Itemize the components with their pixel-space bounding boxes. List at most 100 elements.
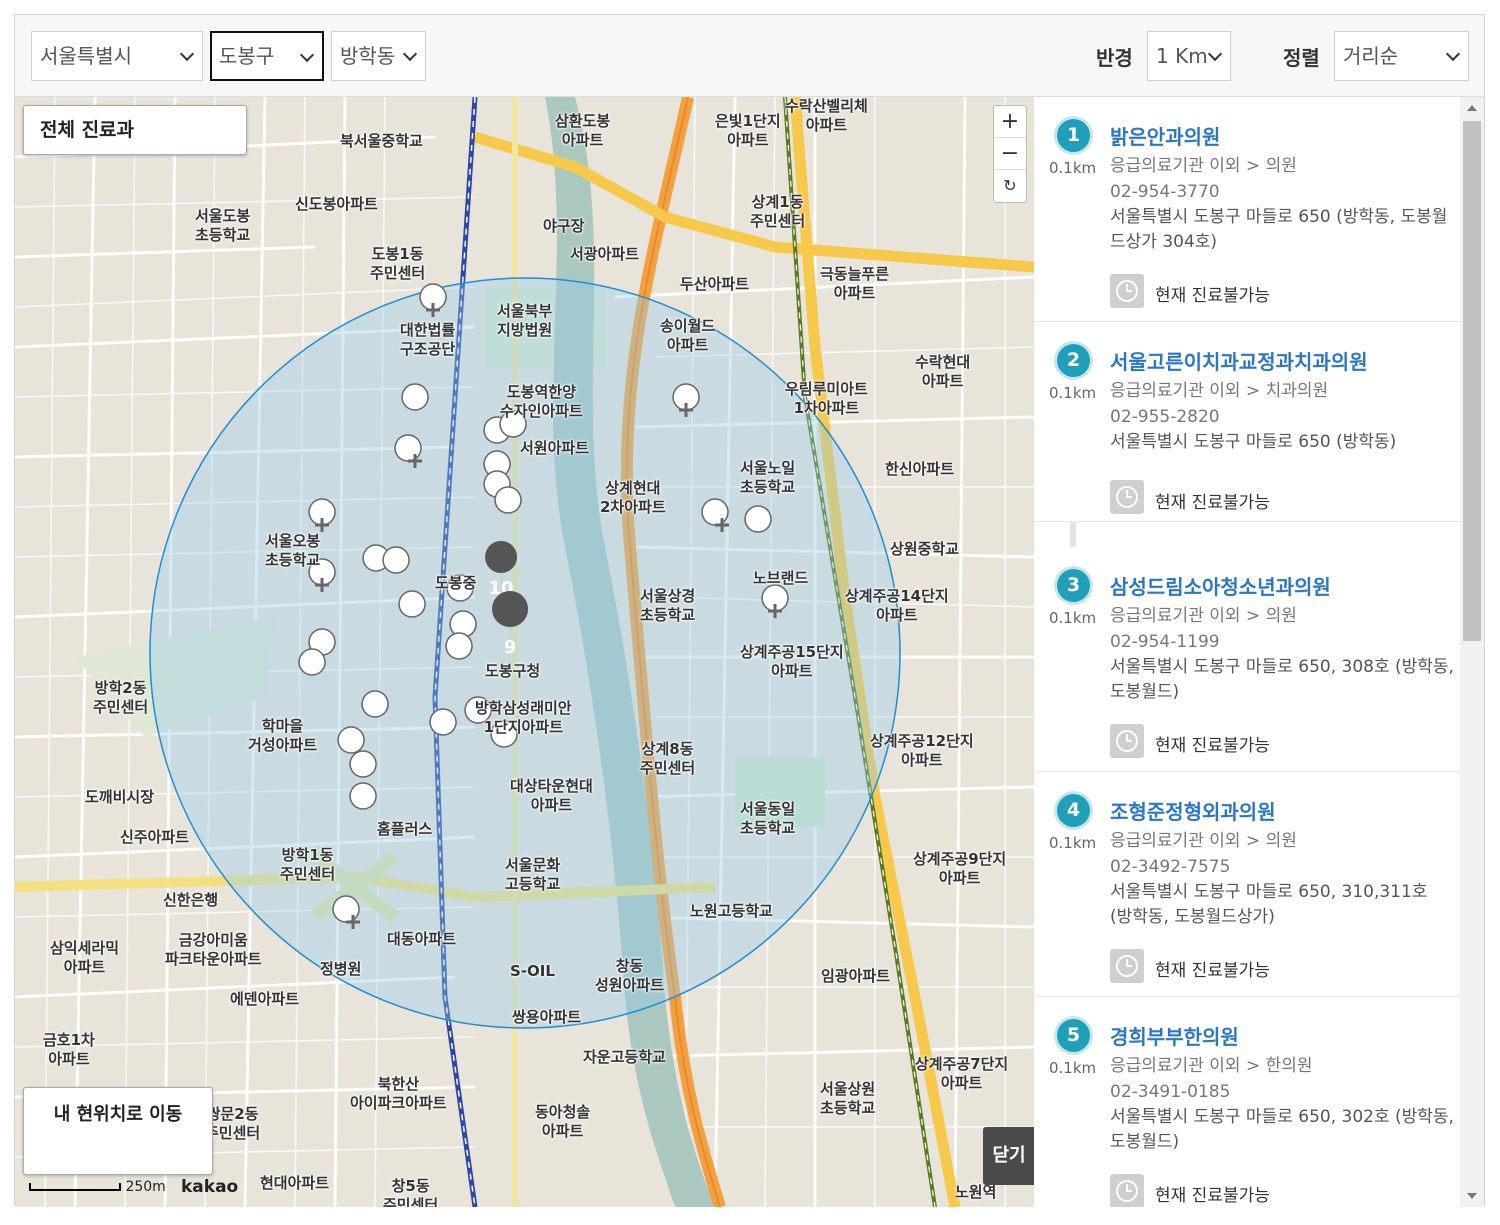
- rank-badge: 1: [1057, 119, 1090, 152]
- place-label: 상원중학교: [890, 540, 960, 558]
- sort-label: 정렬: [1283, 46, 1320, 70]
- place-label: 학마을 거성아파트: [248, 717, 318, 754]
- hospital-category: 응급의료기관 이외 > 의원: [1110, 606, 1297, 626]
- place-label: 홈플러스: [377, 820, 433, 838]
- map-scale: 250m: [29, 1179, 166, 1195]
- city-select[interactable]: 서울특별시: [31, 31, 203, 81]
- clock-icon: [1110, 1174, 1144, 1207]
- hospital-list[interactable]: 1 0.1km 밝은안과의원응급의료기관 이외 > 의원 02-954-3770 서울특…: [1034, 97, 1460, 1207]
- place-label: 금강아미움 파크타운아파트: [165, 931, 262, 968]
- distance-label: 0.1km: [1049, 609, 1097, 627]
- place-label: 상계현대 2차아파트: [600, 479, 666, 516]
- place-label: 신주아파트: [120, 828, 190, 846]
- list-scrollbar[interactable]: [1460, 97, 1484, 1207]
- reset-map-button[interactable]: ↻: [994, 170, 1026, 202]
- hospital-phone: 02-3491-0185: [1110, 1082, 1231, 1102]
- rank-badge: 5: [1057, 1019, 1090, 1052]
- hospital-name-link[interactable]: 경희부부한의원: [1110, 1021, 1239, 1050]
- hospital-name-link[interactable]: 밝은안과의원: [1110, 121, 1220, 150]
- chevron-down-icon: [1207, 46, 1223, 62]
- radius-select[interactable]: 1 Km: [1147, 31, 1231, 81]
- hospital-name-link[interactable]: 조형준정형외과의원: [1110, 796, 1276, 825]
- hospital-phone: 02-954-1199: [1110, 632, 1220, 652]
- scroll-up-arrow-icon[interactable]: [1467, 105, 1477, 111]
- zoom-out-button[interactable]: −: [994, 138, 1026, 170]
- place-label: 수락산벨리체 아파트: [785, 97, 868, 134]
- neighborhood-select[interactable]: 방학동: [331, 31, 426, 81]
- place-label: 서울문화 고등학교: [505, 856, 561, 893]
- place-label: 도봉역한양 수자인아파트: [500, 383, 583, 420]
- place-label: 임광아파트: [821, 967, 891, 985]
- place-label: 상계주공14단지 아파트: [845, 587, 949, 624]
- rank-badge: 3: [1057, 569, 1090, 602]
- chevron-down-icon: [402, 46, 418, 62]
- place-label: 서울도봉 초등학교: [195, 207, 251, 244]
- department-filter-button[interactable]: 전체 진료과: [23, 105, 247, 155]
- place-label: 한신아파트: [885, 460, 955, 478]
- hospital-search-app: 서울특별시 도봉구 방학동 반경 1 Km 정렬 거리순 10 9 북서울중학교…: [14, 14, 1485, 1207]
- map-provider-logo: kakao: [181, 1177, 239, 1197]
- chevron-down-icon: [179, 46, 195, 62]
- place-label: 서울상경 초등학교: [640, 587, 696, 624]
- clock-icon: [1110, 480, 1144, 514]
- zoom-in-button[interactable]: +: [994, 106, 1026, 138]
- hospital-name-link[interactable]: 서울고른이치과교정과치과의원: [1110, 346, 1368, 375]
- place-label: 도봉1동 주민센터: [370, 245, 426, 282]
- availability-status: 현재 진료불가능: [1155, 493, 1270, 513]
- hospital-name-link[interactable]: 삼성드림소아청소년과의원: [1110, 571, 1331, 600]
- hospital-card[interactable]: 1 0.1km 밝은안과의원 응급의료기관 이외 > 의원 02-954-3770 서울특…: [1034, 97, 1460, 322]
- hospital-address: 서울특별시 도봉구 마들로 650 (방학동, 도봉월드상가 304호): [1110, 207, 1448, 252]
- hospital-category: 응급의료기관 이외 > 의원: [1110, 831, 1297, 851]
- neighborhood-select-value: 방학동: [340, 44, 396, 68]
- hospital-address: 서울특별시 도봉구 마들로 650 (방학동): [1110, 432, 1397, 452]
- scroll-down-arrow-icon[interactable]: [1467, 1193, 1477, 1199]
- availability-status: 현재 진료불가능: [1155, 961, 1270, 981]
- hospital-card[interactable]: 3 0.1km 삼성드림소아청소년과의원응급의료기관 이외 > 의원 02-954-1…: [1034, 547, 1460, 772]
- place-label: 두산아파트: [680, 275, 750, 293]
- place-label: 대상타운현대 아파트: [510, 777, 593, 814]
- hospital-category: 응급의료기관 이외 > 치과의원: [1110, 381, 1329, 401]
- place-label: 북서울중학교: [340, 132, 423, 150]
- radius-select-value: 1 Km: [1156, 44, 1208, 68]
- place-label: 은빛1단지 아파트: [715, 112, 781, 149]
- city-select-value: 서울특별시: [40, 44, 132, 68]
- hospital-address: 서울특별시 도봉구 마들로 650, 310,311호 (방학동, 도봉월드상가…: [1110, 882, 1428, 927]
- hospital-address: 서울특별시 도봉구 마들로 650, 308호 (방학동, 도봉월드): [1110, 657, 1454, 702]
- close-button[interactable]: 닫기: [983, 1127, 1034, 1185]
- hospital-card[interactable]: 4 0.1km 조형준정형외과의원 응급의료기관 이외 > 의원 02-3492-757…: [1034, 772, 1460, 997]
- place-label: 도깨비시장: [85, 788, 155, 806]
- district-select[interactable]: 도봉구: [210, 31, 324, 81]
- hospital-card[interactable]: 2 0.1km 서울고른이치과교정과치과의원 응급의료기관 이외 > 치과의원 02-9…: [1034, 322, 1460, 522]
- place-label: 우림루미아트 1차아파트: [785, 380, 868, 417]
- place-label: 정병원: [320, 960, 362, 978]
- sort-select[interactable]: 거리순: [1334, 31, 1469, 81]
- scale-bar: [29, 1183, 121, 1191]
- clock-icon: [1110, 274, 1144, 308]
- place-label: 상계주공9단지 아파트: [913, 850, 1007, 887]
- place-label: 신도봉아파트: [295, 195, 378, 213]
- availability-status: 현재 진료불가능: [1155, 1186, 1270, 1206]
- hospital-card[interactable]: 5 0.1km 경희부부한의원 응급의료기관 이외 > 한의원 02-3491-0185…: [1034, 997, 1460, 1207]
- place-label: 수락현대 아파트: [915, 353, 971, 390]
- hospital-address: 서울특별시 도봉구 마들로 650, 302호 (방학동, 도봉월드): [1110, 1107, 1454, 1152]
- place-label: 에덴아파트: [230, 990, 300, 1008]
- place-label: 송이월드 아파트: [660, 317, 716, 354]
- map-view[interactable]: 10 9 북서울중학교 삼환도봉 아파트 은빛1단지 아파트 수락산벨리체 아파트 신도…: [15, 97, 1034, 1207]
- place-label: 야구장: [543, 217, 585, 235]
- hospital-phone: 02-954-3770: [1110, 182, 1220, 202]
- place-label: 상계주공12단지 아파트: [870, 732, 974, 769]
- place-label: 자운고등학교: [583, 1048, 666, 1066]
- place-label: 방학1동 주민센터: [280, 846, 336, 883]
- place-label: 금호1차 아파트: [43, 1031, 95, 1068]
- place-label: 도봉구청: [485, 662, 541, 680]
- place-label: 대한법률 구조공단: [400, 321, 456, 358]
- place-label: 삼환도봉 아파트: [555, 112, 611, 149]
- place-label: 쌍용아파트: [512, 1008, 582, 1026]
- locate-me-button[interactable]: 내 현위치로 이동: [23, 1087, 213, 1175]
- scrollbar-thumb[interactable]: [1463, 121, 1481, 641]
- cluster-label: 9: [504, 637, 517, 658]
- place-label: 서울노일 초등학교: [740, 459, 796, 496]
- place-label: 상계8동 주민센터: [640, 740, 696, 777]
- filter-toolbar: 서울특별시 도봉구 방학동 반경 1 Km 정렬 거리순: [15, 15, 1484, 97]
- hospital-phone: 02-955-2820: [1110, 407, 1220, 427]
